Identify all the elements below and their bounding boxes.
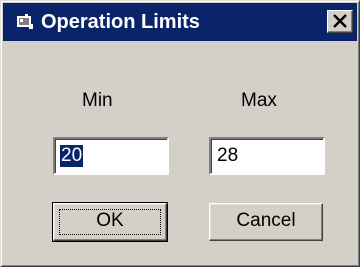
window-title: Operation Limits	[41, 11, 200, 33]
operation-limits-dialog: Operation Limits Min Max 20 28 OK Cancel	[0, 0, 360, 267]
app-icon	[15, 13, 35, 31]
min-label: Min	[82, 90, 113, 111]
max-value: 28	[217, 145, 239, 166]
min-value: 20	[60, 145, 84, 167]
cancel-button[interactable]: Cancel	[209, 203, 323, 241]
max-input[interactable]: 28	[209, 137, 325, 175]
ok-button[interactable]: OK	[52, 202, 168, 242]
min-input[interactable]: 20	[53, 137, 169, 175]
close-button[interactable]	[327, 10, 353, 33]
cancel-button-label: Cancel	[236, 210, 296, 231]
focus-rect	[59, 209, 161, 235]
max-label: Max	[241, 90, 277, 111]
close-icon	[333, 14, 347, 28]
title-bar[interactable]: Operation Limits	[3, 3, 357, 41]
